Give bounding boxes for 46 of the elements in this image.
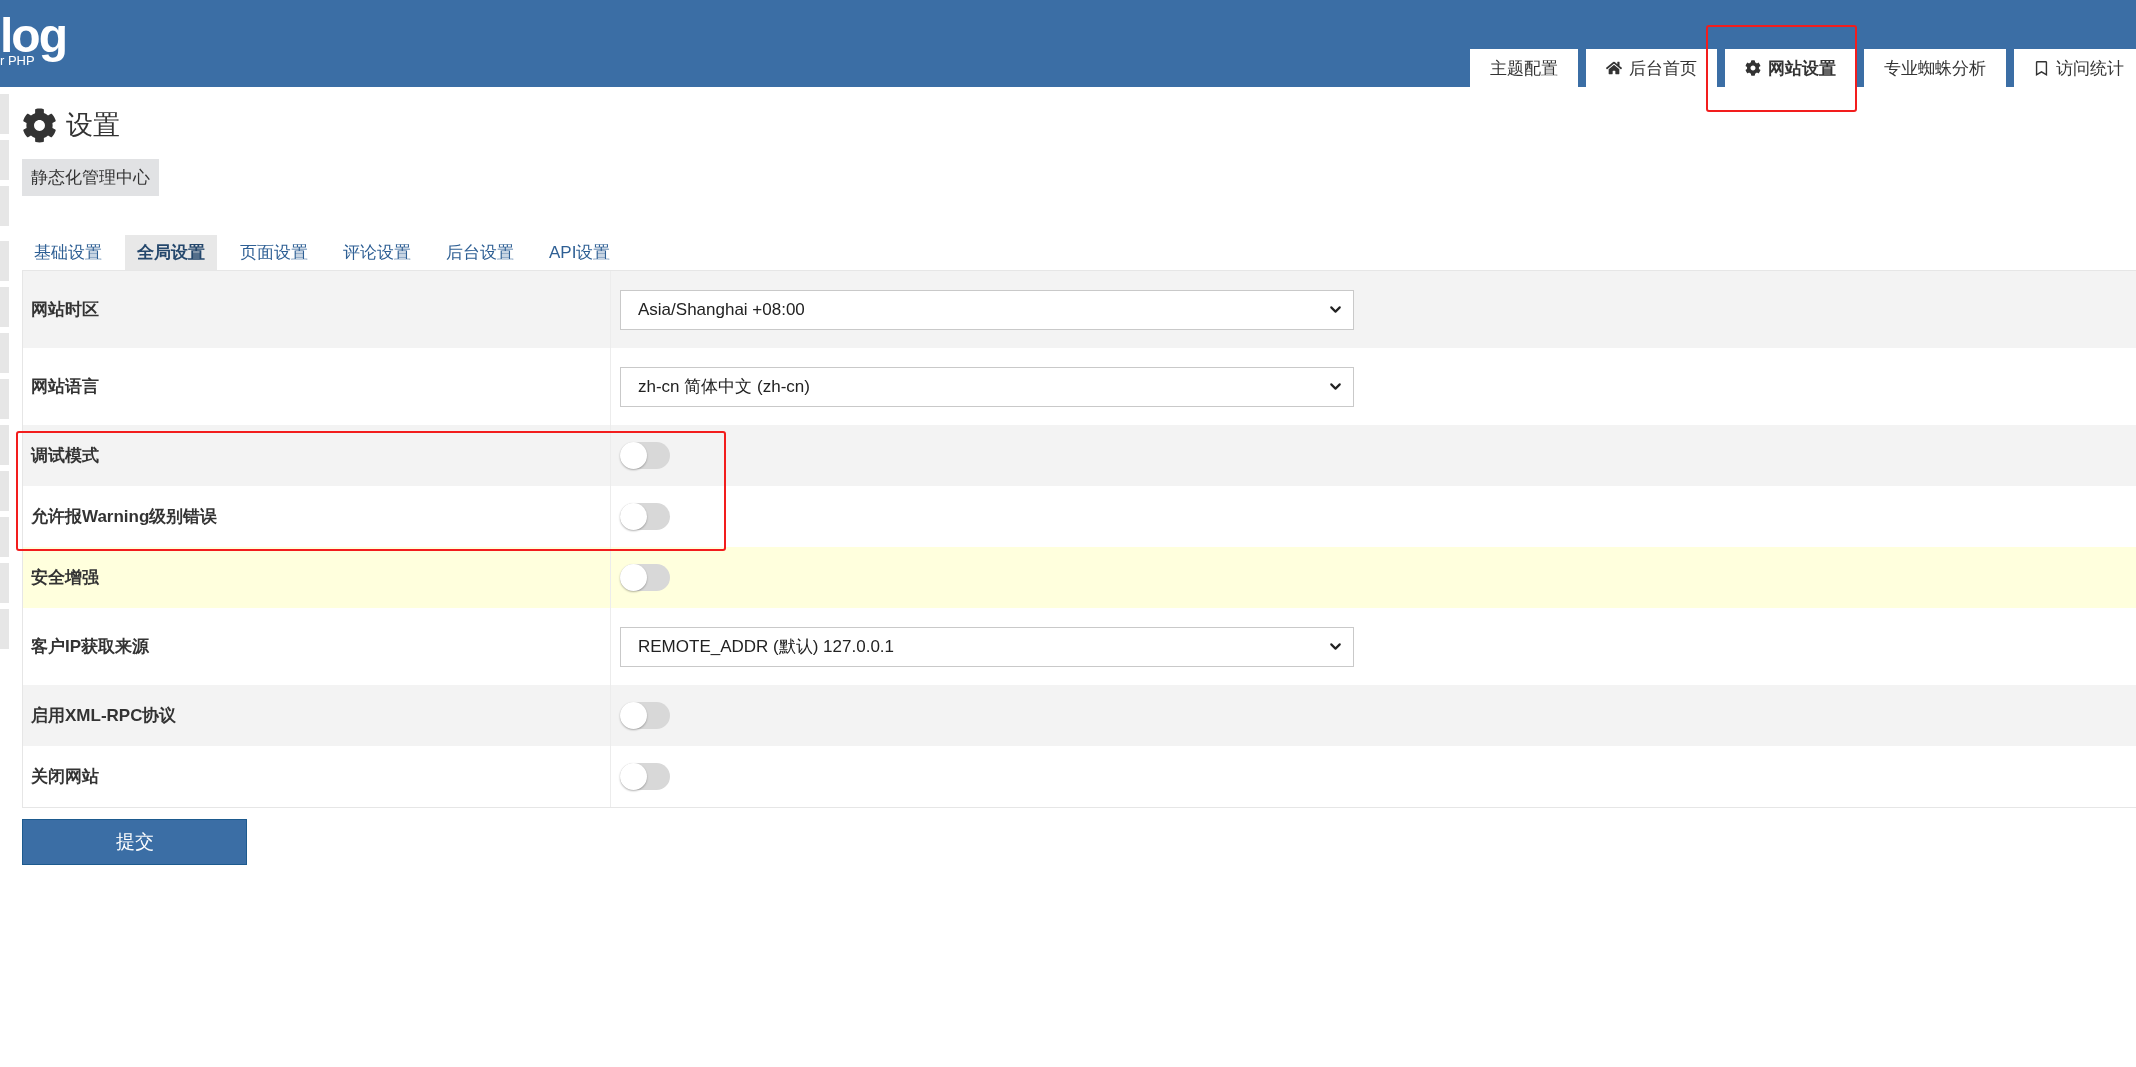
static-center-button[interactable]: 静态化管理中心 <box>22 159 159 196</box>
sidebar-tab-edge <box>0 563 9 603</box>
toggle-switch[interactable] <box>620 763 670 790</box>
page-title: 设置 <box>66 108 120 142</box>
settings-tab[interactable]: 后台设置 <box>434 235 526 270</box>
toggle-switch[interactable] <box>620 442 670 469</box>
sidebar-tab-edge <box>0 140 9 180</box>
setting-label: 启用XML-RPC协议 <box>31 705 177 727</box>
nav-tab[interactable]: 访问统计 <box>2014 49 2136 87</box>
sidebar-tab-edge <box>0 186 9 226</box>
sidebar-tab-edge <box>0 287 9 327</box>
nav-tab[interactable]: 后台首页 <box>1586 49 1717 87</box>
settings-tab[interactable]: API设置 <box>537 235 623 270</box>
settings-icon <box>22 107 57 143</box>
nav-tab[interactable]: 网站设置 <box>1725 49 1856 87</box>
home-icon <box>1606 60 1622 76</box>
select-field[interactable]: zh-cn 简体中文 (zh-cn) <box>620 366 1354 407</box>
sidebar-tab-edge <box>0 609 9 649</box>
sidebar-tab-edge <box>0 94 9 134</box>
submit-button[interactable]: 提交 <box>22 819 247 865</box>
sidebar-tab-edge <box>0 379 9 419</box>
settings-tab[interactable]: 全局设置 <box>125 235 217 270</box>
bookmark-icon <box>2034 60 2049 76</box>
toggle-switch[interactable] <box>620 503 670 530</box>
setting-label: 网站语言 <box>31 376 99 398</box>
select-field[interactable]: Asia/Shanghai +08:00 <box>620 289 1354 330</box>
setting-label: 安全增强 <box>31 567 99 589</box>
settings-tab[interactable]: 评论设置 <box>331 235 423 270</box>
setting-label: 调试模式 <box>31 445 99 467</box>
settings-icon <box>1745 60 1761 76</box>
settings-tab[interactable]: 页面设置 <box>228 235 320 270</box>
toggle-switch[interactable] <box>620 564 670 591</box>
setting-label: 网站时区 <box>31 299 99 321</box>
sidebar-tab-edge <box>0 241 9 281</box>
sidebar-tab-edge <box>0 333 9 373</box>
nav-tab[interactable]: 主题配置 <box>1470 49 1578 87</box>
sidebar-tab-edge <box>0 517 9 557</box>
sidebar-tab-edge <box>0 425 9 465</box>
select-field[interactable]: REMOTE_ADDR (默认) 127.0.0.1 <box>620 626 1354 667</box>
sidebar-tab-edge <box>0 471 9 511</box>
toggle-switch[interactable] <box>620 702 670 729</box>
setting-label: 客户IP获取来源 <box>31 636 150 658</box>
nav-tab[interactable]: 专业蜘蛛分析 <box>1864 49 2006 87</box>
setting-label: 关闭网站 <box>31 766 99 788</box>
setting-label: 允许报Warning级别错误 <box>31 506 218 528</box>
settings-tab[interactable]: 基础设置 <box>22 235 114 270</box>
